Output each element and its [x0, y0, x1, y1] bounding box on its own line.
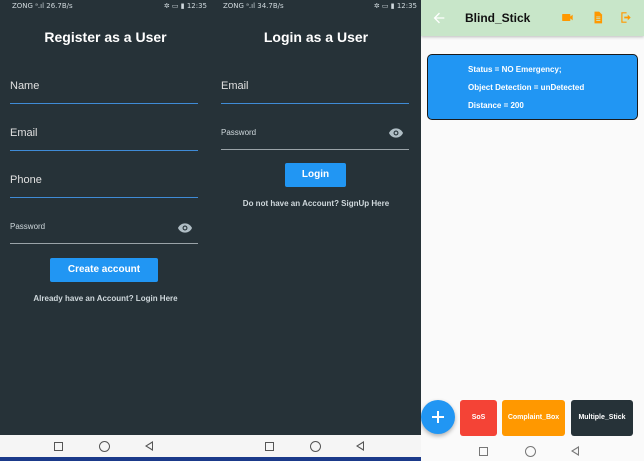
- password-field[interactable]: Password: [221, 126, 409, 150]
- page-title: Login as a User: [263, 29, 369, 45]
- show-password-eye-icon[interactable]: [389, 128, 403, 138]
- document-icon[interactable]: [591, 10, 605, 25]
- back-triangle-icon[interactable]: [571, 446, 579, 456]
- system-nav-bar: [0, 435, 211, 461]
- object-detection-line: Object Detection = unDetected: [468, 83, 585, 92]
- status-bar-right: ✲ ▭ ▮ 12:35: [373, 2, 417, 10]
- system-nav-bar: [211, 435, 421, 461]
- signup-here-link[interactable]: Do not have an Account? SignUp Here: [211, 199, 421, 208]
- create-account-button[interactable]: Create account: [50, 258, 158, 282]
- password-field-label: Password: [10, 222, 46, 231]
- password-field-label: Password: [221, 128, 257, 137]
- status-bar-left: ZONG ᵃ.ıl 34.7B/s: [223, 2, 284, 10]
- nav-bar-edge: [0, 457, 211, 461]
- phone-field-label: Phone: [10, 174, 42, 186]
- email-field-label: Email: [10, 127, 38, 139]
- back-triangle-icon[interactable]: [356, 441, 364, 451]
- name-field[interactable]: Name: [10, 78, 198, 104]
- sos-button[interactable]: SoS: [460, 400, 497, 436]
- status-bar: ZONG ᵃ.ıl 26.7B/s ✲ ▭ ▮ 12:35: [0, 0, 211, 12]
- recent-apps-square-icon[interactable]: [479, 447, 488, 456]
- home-circle-icon[interactable]: [310, 441, 321, 452]
- home-circle-icon[interactable]: [525, 446, 536, 457]
- page-title: Register as a User: [44, 29, 167, 45]
- add-fab-button[interactable]: [421, 400, 455, 434]
- phone-field[interactable]: Phone: [10, 172, 198, 198]
- home-circle-icon[interactable]: [99, 441, 110, 452]
- blind-stick-screen: Blind_Stick Status = NO Emergency; Objec…: [421, 0, 644, 461]
- back-triangle-icon[interactable]: [145, 441, 153, 451]
- status-bar-right: ✲ ▭ ▮ 12:35: [163, 2, 207, 10]
- password-field[interactable]: Password: [10, 220, 198, 244]
- multiple-stick-button[interactable]: Multiple_Stick: [571, 400, 633, 436]
- app-title: Blind_Stick: [465, 11, 531, 25]
- back-arrow-icon[interactable]: [431, 10, 447, 26]
- status-line: Status = NO Emergency;: [468, 65, 562, 74]
- status-card: Status = NO Emergency; Object Detection …: [427, 54, 638, 120]
- nav-bar-edge: [211, 457, 421, 461]
- email-field-label: Email: [221, 80, 249, 92]
- video-camera-icon[interactable]: [561, 10, 575, 25]
- logout-icon[interactable]: [619, 10, 633, 25]
- email-field[interactable]: Email: [10, 125, 198, 151]
- recent-apps-square-icon[interactable]: [54, 442, 63, 451]
- distance-line: Distance = 200: [468, 101, 524, 110]
- complaint-box-button[interactable]: Complaint_Box: [502, 400, 565, 436]
- register-screen: ZONG ᵃ.ıl 26.7B/s ✲ ▭ ▮ 12:35 Register a…: [0, 0, 211, 461]
- screenshot-collage: ZONG ᵃ.ıl 26.7B/s ✲ ▭ ▮ 12:35 Register a…: [0, 0, 644, 461]
- show-password-eye-icon[interactable]: [178, 223, 192, 233]
- recent-apps-square-icon[interactable]: [265, 442, 274, 451]
- email-field[interactable]: Email: [221, 78, 409, 104]
- login-screen: ZONG ᵃ.ıl 34.7B/s ✲ ▭ ▮ 12:35 Login as a…: [211, 0, 421, 461]
- app-bar: Blind_Stick: [421, 0, 644, 36]
- system-nav-bar: [421, 440, 644, 461]
- name-field-label: Name: [10, 80, 40, 92]
- status-bar-left: ZONG ᵃ.ıl 26.7B/s: [12, 2, 73, 10]
- login-button[interactable]: Login: [285, 163, 346, 187]
- status-bar: ZONG ᵃ.ıl 34.7B/s ✲ ▭ ▮ 12:35: [211, 0, 421, 12]
- login-here-link[interactable]: Already have an Account? Login Here: [0, 294, 211, 303]
